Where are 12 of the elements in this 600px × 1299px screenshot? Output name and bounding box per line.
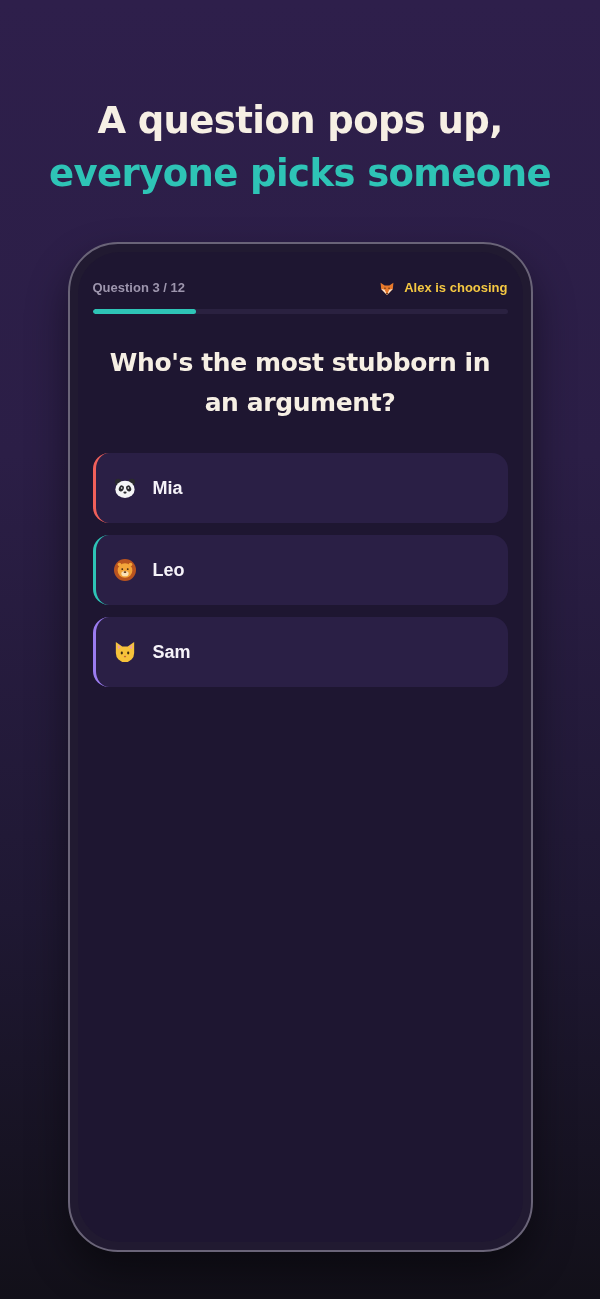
- headline-line: A question pops up,: [97, 98, 503, 144]
- answer-option[interactable]: Leo: [92, 535, 508, 605]
- cat-face-icon: [113, 641, 136, 663]
- fox-face-icon: [380, 281, 395, 295]
- lion-face-icon: [113, 559, 136, 581]
- answer-option[interactable]: Sam: [92, 617, 508, 687]
- answer-option[interactable]: Mia: [92, 453, 508, 523]
- panda-face-icon: [113, 477, 136, 499]
- chooser-status: Alex is choosing: [404, 280, 508, 296]
- question-counter: Question 3 / 12: [92, 280, 185, 296]
- question-text: Who's the most stubborn in an argument?: [108, 347, 492, 419]
- headline-line: everyone picks someone: [49, 151, 551, 197]
